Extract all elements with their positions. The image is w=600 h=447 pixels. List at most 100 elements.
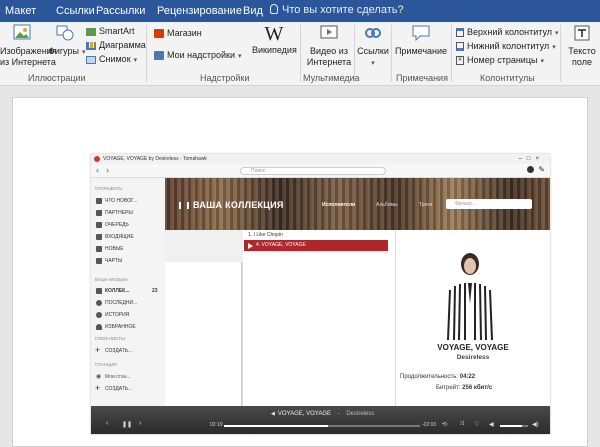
next-icon[interactable]: › <box>139 420 141 427</box>
volume-icon[interactable]: ◀ <box>489 421 494 428</box>
sidebar-label: СОЗДАТЬ... <box>105 348 133 354</box>
radio-icon: ◉ <box>96 374 102 380</box>
progress-bar[interactable] <box>224 425 420 427</box>
player-now-playing: ◀ VOYAGE, VOYAGE - Desireless <box>271 411 374 417</box>
tell-me-label: Что вы хотите сделать? <box>282 4 404 16</box>
pause-icon[interactable]: ❚❚ <box>122 421 132 428</box>
sidebar-section-playlists: ПЛЕЙ-ЛИСТЫ <box>95 336 125 341</box>
separator <box>451 25 452 82</box>
sidebar-item-queue[interactable]: ОЧЕРЕДЬ <box>96 222 129 228</box>
textbox-button[interactable]: Тексто поле <box>564 23 600 68</box>
window-controls-icon: –□× <box>518 156 544 162</box>
wikipedia-label: Википедия <box>252 45 297 55</box>
tab-albums[interactable]: Альбомы <box>376 202 398 208</box>
filter-placeholder: Фильтр... <box>455 201 476 207</box>
sidebar-item-history[interactable]: ИСТОРИЯ <box>96 312 129 318</box>
sidebar-label: ВХОДЯЩИЕ <box>105 234 134 240</box>
filter-input[interactable]: Фильтр... <box>446 199 532 209</box>
separator <box>391 25 392 82</box>
player-separator: - <box>337 411 340 417</box>
love-icon[interactable]: ♡ <box>474 421 479 428</box>
now-playing-artist: Desireless <box>456 354 490 361</box>
tomahawk-search-placeholder: Поиск <box>251 168 265 174</box>
speaker-icon: ◀ <box>271 411 275 417</box>
online-video-button[interactable]: Видео из Интернета <box>306 23 352 68</box>
volume-slider[interactable] <box>500 425 528 427</box>
sidebar-item-recent[interactable]: ПОСЛЕДНИ... <box>96 300 137 306</box>
sidebar-item-create-station[interactable]: + СОЗДАТЬ... <box>95 383 133 393</box>
separator <box>300 25 301 82</box>
track-row-playing[interactable]: 4. VOYAGE, VOYAGE <box>244 240 388 251</box>
lightbulb-icon <box>270 4 278 14</box>
shapes-icon <box>56 25 74 41</box>
shuffle-icon[interactable]: ⤨ <box>459 421 464 428</box>
bitrate-value: 256 кбит/с <box>462 385 493 391</box>
tomahawk-titlebar: VOYAGE, VOYAGE by Desireless - Tomahawk … <box>91 154 550 164</box>
group-media-label: Мультимедиа <box>303 73 360 83</box>
group-comments-label: Примечания <box>396 73 448 83</box>
ribbon: Изображения из Интернета Фигуры SmartArt… <box>0 22 600 86</box>
footer-button[interactable]: Нижний колонтитул <box>456 41 556 53</box>
online-video-icon <box>320 25 338 39</box>
sidebar-item-create-playlist[interactable]: + СОЗДАТЬ... <box>95 345 133 355</box>
comment-label: Примечание <box>394 46 448 56</box>
forward-arrow-icon[interactable]: › <box>106 165 109 175</box>
chart-button[interactable]: Диаграмма <box>86 40 146 51</box>
wikipedia-icon: W <box>264 23 284 45</box>
track-row[interactable]: 1. I Like Chopin <box>243 232 283 238</box>
progress-fill <box>224 425 328 427</box>
tab-mailings[interactable]: Рассылки <box>96 5 145 17</box>
tomahawk-logo-icon <box>94 156 100 162</box>
bitrate-row: Битрейт: 256 кбит/с <box>436 385 492 391</box>
sidebar-item-favorites[interactable]: ИЗБРАННОЕ <box>96 324 136 330</box>
shapes-button[interactable]: Фигуры <box>48 23 86 58</box>
tell-me-box[interactable]: Что вы хотите сделать? <box>270 4 404 16</box>
smartart-button[interactable]: SmartArt <box>86 26 135 37</box>
sidebar-label: ЧТО НОВОГ... <box>105 198 138 204</box>
user-icon[interactable] <box>527 166 534 173</box>
sidebar-label: СОЗДАТЬ... <box>105 386 133 392</box>
my-addins-button[interactable]: Мои надстройки <box>154 50 242 62</box>
online-pictures-label-2: из Интернета <box>0 57 56 67</box>
sidebar-item-collection[interactable]: КОЛЛЕК... 23 <box>96 288 158 294</box>
scrollbar[interactable] <box>241 262 242 406</box>
header-icon <box>456 28 464 38</box>
artists-column[interactable] <box>165 230 243 406</box>
sidebar-item-inbox[interactable]: ВХОДЯЩИЕ <box>96 234 134 240</box>
sidebar-item-new[interactable]: НОВЫЕ <box>96 246 124 252</box>
tab-layout[interactable]: Макет <box>5 5 36 17</box>
previous-icon[interactable]: ‹ <box>106 420 108 427</box>
sidebar-item-charts[interactable]: ЧАРТЫ <box>96 258 122 264</box>
track-row-label: 4. VOYAGE, VOYAGE <box>256 242 306 248</box>
store-button[interactable]: Магазин <box>154 28 202 39</box>
repeat-icon[interactable]: ⟲ <box>442 421 447 428</box>
sidebar-item-partners[interactable]: ПАРТНЕРЫ <box>96 210 133 216</box>
comment-button[interactable]: Примечание <box>393 23 449 57</box>
player-bar: ◀ VOYAGE, VOYAGE - Desireless ‹ ❚❚ › 02:1… <box>91 406 550 434</box>
tab-review[interactable]: Рецензирование <box>157 5 242 17</box>
tracks-column[interactable]: 1. I Like Chopin 4. VOYAGE, VOYAGE <box>243 230 396 406</box>
sidebar-label: КОЛЛЕК... <box>105 288 130 294</box>
tomahawk-search[interactable]: Поиск <box>240 167 386 175</box>
chart-label: Диаграмма <box>99 40 146 50</box>
people-icon <box>96 210 102 216</box>
back-arrow-icon[interactable]: ‹ <box>96 165 99 175</box>
volume-max-icon[interactable]: ◀) <box>532 421 539 428</box>
page-number-button[interactable]: # Номер страницы <box>456 55 544 67</box>
screenshot-button[interactable]: Снимок <box>86 54 137 66</box>
collection-icon <box>96 288 102 294</box>
online-pictures-button[interactable]: Изображения из Интернета <box>0 23 57 68</box>
links-button[interactable]: Ссылки ▾ <box>356 23 390 69</box>
tab-view[interactable]: Вид <box>243 5 263 17</box>
shapes-label: Фигуры <box>48 46 86 56</box>
sidebar-item-my-station[interactable]: ◉ Мои стан... <box>96 374 131 380</box>
tab-references[interactable]: Ссылки <box>56 5 95 17</box>
sidebar-item-whats-new[interactable]: ЧТО НОВОГ... <box>96 198 138 204</box>
charts-icon <box>96 258 102 264</box>
tab-tracks[interactable]: Треки <box>419 202 432 208</box>
wrench-icon[interactable]: ✎ <box>538 165 545 174</box>
store-icon <box>154 29 164 39</box>
tab-artists[interactable]: Исполнители <box>322 202 355 208</box>
header-button[interactable]: Верхний колонтитул <box>456 27 559 39</box>
wikipedia-button[interactable]: W Википедия <box>252 23 297 56</box>
